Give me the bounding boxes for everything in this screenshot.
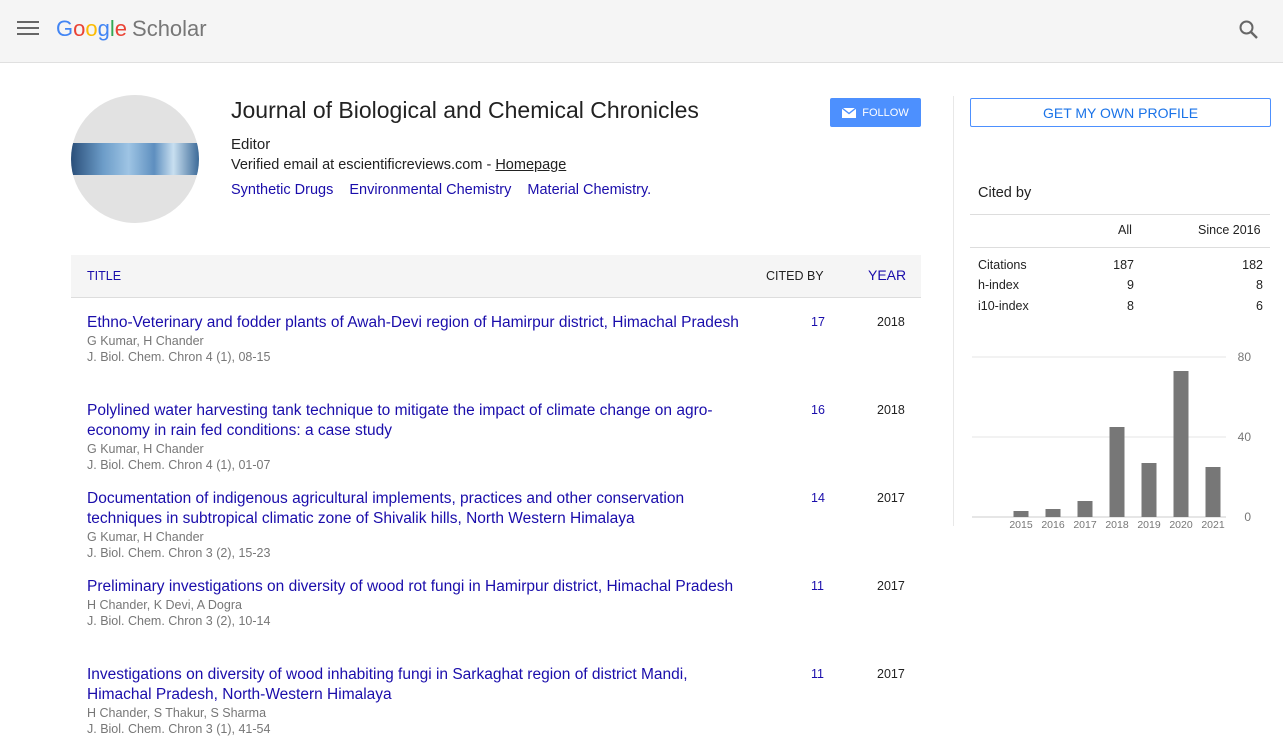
article-row: Investigations on diversity of wood inha… bbox=[71, 665, 921, 751]
chart-x-tick: 2021 bbox=[1201, 519, 1225, 531]
menu-icon[interactable] bbox=[17, 21, 39, 39]
interest-link[interactable]: Material Chemistry. bbox=[527, 182, 651, 198]
stat-since: 6 bbox=[1256, 299, 1263, 313]
stat-since: 182 bbox=[1242, 258, 1263, 272]
sort-by-year[interactable]: YEAR bbox=[868, 267, 906, 283]
chart-bar[interactable] bbox=[1205, 467, 1221, 517]
citations-chart-svg: 80 40 0 2015 2016 2017 2018 2019 2020 2021 bbox=[972, 350, 1252, 531]
mail-icon bbox=[842, 107, 857, 118]
article-authors: G Kumar, H Chander bbox=[87, 334, 204, 348]
chart-bar[interactable] bbox=[1045, 509, 1061, 517]
article-authors: G Kumar, H Chander bbox=[87, 442, 204, 456]
logo-letter: e bbox=[114, 16, 128, 41]
article-venue: J. Biol. Chem. Chron 4 (1), 08-15 bbox=[87, 350, 271, 364]
profile-affiliation: Editor bbox=[231, 136, 271, 153]
chart-bar[interactable] bbox=[1173, 371, 1189, 517]
chart-bar[interactable] bbox=[1077, 501, 1093, 517]
article-cited-count[interactable]: 14 bbox=[811, 491, 825, 505]
cited-by-heading: Cited by bbox=[978, 185, 1032, 201]
search-icon[interactable] bbox=[1237, 18, 1261, 42]
divider bbox=[970, 247, 1270, 248]
chart-x-tick: 2017 bbox=[1073, 519, 1097, 531]
article-row: Polylined water harvesting tank techniqu… bbox=[71, 401, 921, 487]
chart-bar[interactable] bbox=[1109, 427, 1125, 517]
article-row: Ethno-Veterinary and fodder plants of Aw… bbox=[71, 313, 921, 399]
stat-all: 8 bbox=[1127, 299, 1134, 313]
profile-avatar bbox=[71, 95, 199, 223]
article-cited-count[interactable]: 17 bbox=[811, 315, 825, 329]
logo-letter: o bbox=[73, 16, 86, 41]
article-row: Documentation of indigenous agricultural… bbox=[71, 489, 921, 575]
article-title[interactable]: Ethno-Veterinary and fodder plants of Aw… bbox=[87, 313, 747, 333]
stat-label[interactable]: h-index bbox=[978, 278, 1019, 292]
chart-bar[interactable] bbox=[1141, 463, 1157, 517]
article-year: 2017 bbox=[877, 491, 905, 505]
articles-table-header: TITLE CITED BY YEAR bbox=[71, 255, 921, 298]
logo-letter: G bbox=[56, 16, 74, 41]
divider bbox=[970, 214, 1270, 215]
profile-name: Journal of Biological and Chemical Chron… bbox=[231, 97, 699, 123]
article-title[interactable]: Preliminary investigations on diversity … bbox=[87, 577, 747, 597]
profile-email: Verified email at escientificreviews.com… bbox=[231, 157, 566, 173]
stat-label[interactable]: Citations bbox=[978, 258, 1027, 272]
col-all-header: All bbox=[1118, 223, 1132, 237]
stat-since: 8 bbox=[1256, 278, 1263, 292]
google-scholar-logo[interactable]: Google Scholar bbox=[56, 16, 207, 42]
article-venue: J. Biol. Chem. Chron 3 (1), 41-54 bbox=[87, 722, 271, 736]
stat-all: 9 bbox=[1127, 278, 1134, 292]
article-year: 2017 bbox=[877, 579, 905, 593]
column-divider bbox=[953, 96, 954, 526]
article-cited-count[interactable]: 16 bbox=[811, 403, 825, 417]
sort-by-title[interactable]: TITLE bbox=[87, 269, 121, 283]
logo-letter: o bbox=[85, 16, 98, 41]
article-row: Preliminary investigations on diversity … bbox=[71, 577, 921, 663]
article-title[interactable]: Polylined water harvesting tank techniqu… bbox=[87, 401, 747, 441]
product-name: Scholar bbox=[132, 16, 207, 41]
research-interests: Synthetic Drugs Environmental Chemistry … bbox=[231, 182, 663, 198]
chart-bar[interactable] bbox=[1013, 511, 1029, 517]
col-since-header: Since 2016 bbox=[1198, 223, 1261, 237]
citations-per-year-chart: 80 40 0 2015 2016 2017 2018 2019 2020 2021 bbox=[970, 348, 1270, 534]
get-my-own-profile-button[interactable]: GET MY OWN PROFILE bbox=[970, 98, 1271, 127]
chart-x-tick: 2020 bbox=[1169, 519, 1193, 531]
chart-y-tick: 0 bbox=[1244, 510, 1251, 524]
avatar-image bbox=[71, 143, 199, 175]
article-authors: H Chander, K Devi, A Dogra bbox=[87, 598, 242, 612]
chart-x-tick: 2015 bbox=[1009, 519, 1033, 531]
article-authors: H Chander, S Thakur, S Sharma bbox=[87, 706, 267, 720]
chart-x-tick: 2016 bbox=[1041, 519, 1065, 531]
article-venue: J. Biol. Chem. Chron 4 (1), 01-07 bbox=[87, 458, 271, 472]
article-venue: J. Biol. Chem. Chron 3 (2), 10-14 bbox=[87, 614, 271, 628]
article-year: 2018 bbox=[877, 315, 905, 329]
homepage-link[interactable]: Homepage bbox=[495, 157, 566, 173]
logo-letter: g bbox=[97, 16, 110, 41]
chart-y-tick: 40 bbox=[1238, 430, 1252, 444]
article-cited-count[interactable]: 11 bbox=[811, 667, 824, 681]
article-title[interactable]: Documentation of indigenous agricultural… bbox=[87, 489, 747, 529]
article-title[interactable]: Investigations on diversity of wood inha… bbox=[87, 665, 747, 705]
stat-label[interactable]: i10-index bbox=[978, 299, 1029, 313]
article-venue: J. Biol. Chem. Chron 3 (2), 15-23 bbox=[87, 546, 271, 560]
top-bar: Google Scholar bbox=[0, 0, 1283, 63]
chart-x-tick: 2018 bbox=[1105, 519, 1129, 531]
article-year: 2018 bbox=[877, 403, 905, 417]
interest-link[interactable]: Environmental Chemistry bbox=[349, 182, 511, 198]
follow-button[interactable]: FOLLOW bbox=[830, 98, 921, 127]
article-authors: G Kumar, H Chander bbox=[87, 530, 204, 544]
chart-x-tick: 2019 bbox=[1137, 519, 1161, 531]
follow-label: FOLLOW bbox=[862, 106, 909, 119]
stat-all: 187 bbox=[1113, 258, 1134, 272]
interest-link[interactable]: Synthetic Drugs bbox=[231, 182, 333, 198]
email-text: Verified email at escientificreviews.com… bbox=[231, 157, 496, 173]
chart-y-tick: 80 bbox=[1238, 350, 1252, 364]
sort-by-cited[interactable]: CITED BY bbox=[766, 269, 824, 283]
article-cited-count[interactable]: 11 bbox=[811, 579, 824, 593]
article-year: 2017 bbox=[877, 667, 905, 681]
